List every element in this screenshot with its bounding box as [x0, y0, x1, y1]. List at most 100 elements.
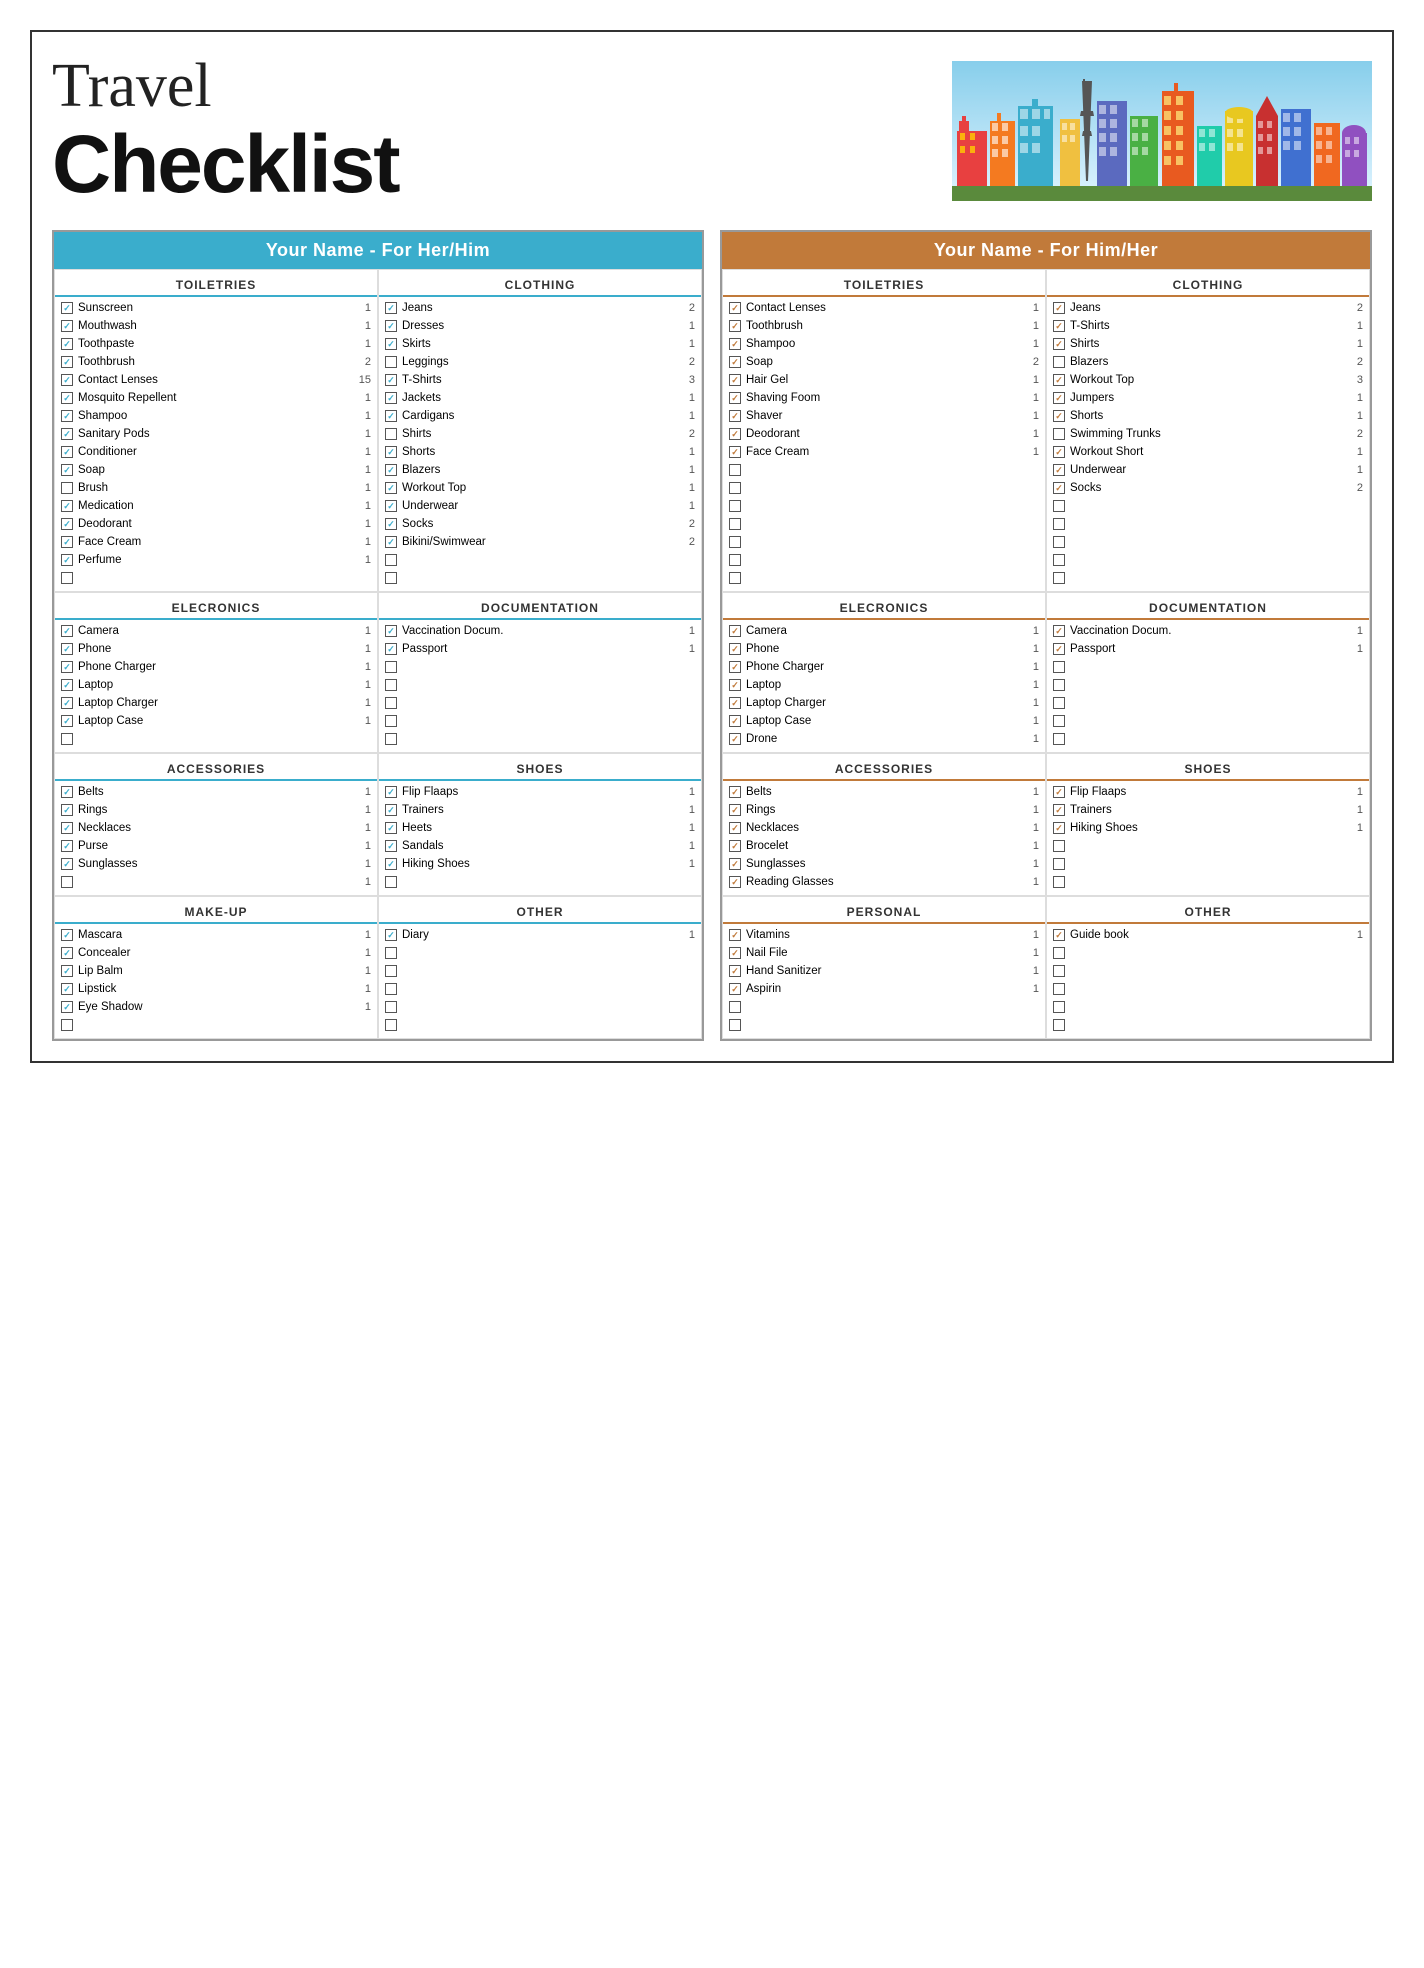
- checkbox[interactable]: [729, 947, 741, 959]
- checkbox[interactable]: [729, 661, 741, 673]
- checkbox[interactable]: [385, 643, 397, 655]
- checkbox[interactable]: [61, 929, 73, 941]
- checkbox[interactable]: [385, 858, 397, 870]
- checkbox[interactable]: [61, 482, 73, 494]
- checkbox[interactable]: [1053, 302, 1065, 314]
- checkbox[interactable]: [729, 482, 741, 494]
- checkbox[interactable]: [61, 715, 73, 727]
- checkbox[interactable]: [1053, 715, 1065, 727]
- checkbox[interactable]: [729, 733, 741, 745]
- checkbox[interactable]: [1053, 822, 1065, 834]
- checkbox[interactable]: [385, 410, 397, 422]
- checkbox[interactable]: [385, 338, 397, 350]
- checkbox[interactable]: [729, 965, 741, 977]
- checkbox[interactable]: [61, 786, 73, 798]
- checkbox[interactable]: [729, 840, 741, 852]
- checkbox[interactable]: [1053, 392, 1065, 404]
- checkbox[interactable]: [729, 983, 741, 995]
- checkbox[interactable]: [385, 464, 397, 476]
- checkbox[interactable]: [61, 1001, 73, 1013]
- checkbox[interactable]: [729, 446, 741, 458]
- checkbox[interactable]: [385, 876, 397, 888]
- checkbox[interactable]: [385, 822, 397, 834]
- checkbox[interactable]: [385, 661, 397, 673]
- checkbox[interactable]: [385, 625, 397, 637]
- checkbox[interactable]: [385, 320, 397, 332]
- checkbox[interactable]: [729, 572, 741, 584]
- checkbox[interactable]: [1053, 733, 1065, 745]
- checkbox[interactable]: [385, 500, 397, 512]
- checkbox[interactable]: [729, 822, 741, 834]
- checkbox[interactable]: [61, 858, 73, 870]
- checkbox[interactable]: [729, 786, 741, 798]
- checkbox[interactable]: [1053, 661, 1065, 673]
- checkbox[interactable]: [729, 1001, 741, 1013]
- checkbox[interactable]: [729, 554, 741, 566]
- checkbox[interactable]: [61, 536, 73, 548]
- checkbox[interactable]: [61, 661, 73, 673]
- checkbox[interactable]: [61, 733, 73, 745]
- checkbox[interactable]: [61, 302, 73, 314]
- checkbox[interactable]: [729, 338, 741, 350]
- checkbox[interactable]: [729, 392, 741, 404]
- checkbox[interactable]: [729, 302, 741, 314]
- checkbox[interactable]: [61, 822, 73, 834]
- checkbox[interactable]: [61, 338, 73, 350]
- checkbox[interactable]: [385, 446, 397, 458]
- checkbox[interactable]: [385, 804, 397, 816]
- checkbox[interactable]: [729, 804, 741, 816]
- checkbox[interactable]: [729, 697, 741, 709]
- checkbox[interactable]: [729, 1019, 741, 1031]
- checkbox[interactable]: [1053, 500, 1065, 512]
- checkbox[interactable]: [61, 392, 73, 404]
- checkbox[interactable]: [61, 374, 73, 386]
- checkbox[interactable]: [385, 1001, 397, 1013]
- checkbox[interactable]: [61, 410, 73, 422]
- checkbox[interactable]: [385, 572, 397, 584]
- checkbox[interactable]: [729, 500, 741, 512]
- checkbox[interactable]: [729, 320, 741, 332]
- checkbox[interactable]: [1053, 374, 1065, 386]
- checkbox[interactable]: [385, 947, 397, 959]
- checkbox[interactable]: [1053, 625, 1065, 637]
- checkbox[interactable]: [1053, 1019, 1065, 1031]
- checkbox[interactable]: [385, 536, 397, 548]
- checkbox[interactable]: [61, 1019, 73, 1031]
- checkbox[interactable]: [729, 625, 741, 637]
- checkbox[interactable]: [729, 679, 741, 691]
- checkbox[interactable]: [1053, 983, 1065, 995]
- checkbox[interactable]: [61, 965, 73, 977]
- checkbox[interactable]: [1053, 428, 1065, 440]
- checkbox[interactable]: [385, 983, 397, 995]
- checkbox[interactable]: [1053, 697, 1065, 709]
- checkbox[interactable]: [385, 302, 397, 314]
- checkbox[interactable]: [61, 804, 73, 816]
- checkbox[interactable]: [61, 679, 73, 691]
- checkbox[interactable]: [61, 876, 73, 888]
- checkbox[interactable]: [729, 715, 741, 727]
- checkbox[interactable]: [1053, 786, 1065, 798]
- checkbox[interactable]: [1053, 356, 1065, 368]
- checkbox[interactable]: [385, 554, 397, 566]
- checkbox[interactable]: [61, 554, 73, 566]
- checkbox[interactable]: [729, 374, 741, 386]
- checkbox[interactable]: [1053, 464, 1065, 476]
- checkbox[interactable]: [61, 500, 73, 512]
- checkbox[interactable]: [385, 715, 397, 727]
- checkbox[interactable]: [729, 858, 741, 870]
- checkbox[interactable]: [61, 983, 73, 995]
- checkbox[interactable]: [1053, 858, 1065, 870]
- checkbox[interactable]: [385, 482, 397, 494]
- checkbox[interactable]: [61, 643, 73, 655]
- checkbox[interactable]: [1053, 643, 1065, 655]
- checkbox[interactable]: [385, 929, 397, 941]
- checkbox[interactable]: [729, 536, 741, 548]
- checkbox[interactable]: [1053, 965, 1065, 977]
- checkbox[interactable]: [1053, 320, 1065, 332]
- checkbox[interactable]: [1053, 338, 1065, 350]
- checkbox[interactable]: [729, 643, 741, 655]
- checkbox[interactable]: [1053, 840, 1065, 852]
- checkbox[interactable]: [385, 965, 397, 977]
- checkbox[interactable]: [729, 356, 741, 368]
- checkbox[interactable]: [61, 572, 73, 584]
